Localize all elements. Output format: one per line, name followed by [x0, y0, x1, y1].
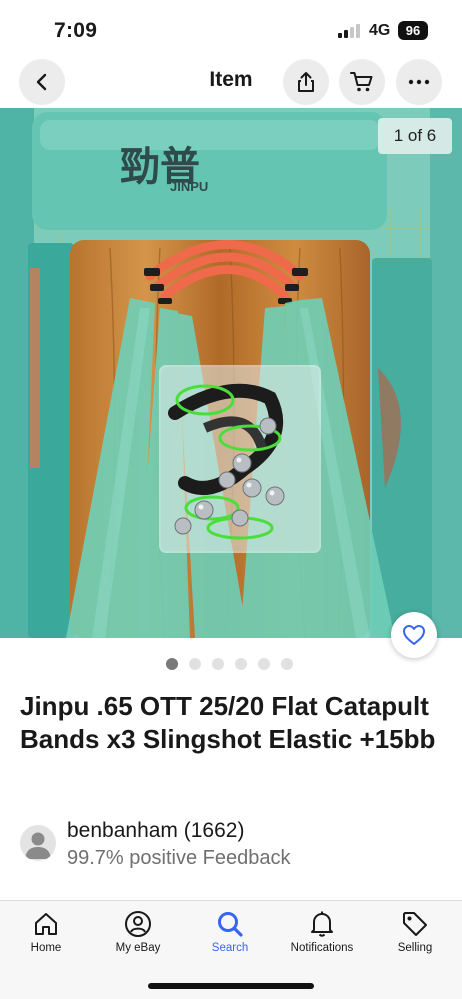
item-title: Jinpu .65 OTT 25/20 Flat Catapult Bands … — [20, 691, 436, 754]
network-type: 4G — [369, 22, 391, 39]
tab-label: Home — [30, 942, 62, 954]
watch-button[interactable] — [391, 612, 437, 658]
pagination-dot[interactable] — [189, 658, 201, 670]
pagination-dot[interactable] — [281, 658, 293, 670]
tab-notifications[interactable]: Notifications — [276, 907, 368, 965]
product-photo: 勁普 JINPU — [0, 108, 462, 638]
more-icon — [408, 79, 430, 85]
status-time: 7:09 — [54, 19, 98, 42]
tab-search[interactable]: Search — [184, 907, 276, 965]
pagination-dot[interactable] — [258, 658, 270, 670]
image-pagination — [166, 658, 293, 670]
home-indicator — [148, 983, 314, 989]
cart-icon — [350, 72, 373, 92]
nav-header: Item — [0, 58, 462, 108]
tab-label: My eBay — [115, 942, 161, 954]
tab-label: Notifications — [290, 942, 354, 954]
cart-button[interactable] — [339, 59, 385, 105]
tab-label: Search — [211, 942, 249, 954]
user-avatar-icon — [25, 832, 51, 859]
seller-feedback: 99.7% positive Feedback — [67, 847, 291, 869]
bell-icon — [311, 911, 333, 937]
more-button[interactable] — [396, 59, 442, 105]
avatar — [20, 825, 56, 861]
pagination-dot[interactable] — [166, 658, 178, 670]
tab-label: Selling — [397, 942, 433, 954]
product-image-gallery[interactable]: 勁普 JINPU 1 of 6 — [0, 108, 462, 638]
home-icon — [35, 913, 57, 935]
tab-my-ebay[interactable]: My eBay — [92, 907, 184, 965]
pagination-dot[interactable] — [212, 658, 224, 670]
brand-logo-text: JINPU — [170, 179, 208, 194]
signal-icon — [338, 24, 362, 38]
image-counter: 1 of 6 — [378, 118, 452, 154]
battery-indicator: 96 — [398, 21, 428, 40]
status-bar: 7:09 4G 96 — [0, 0, 462, 58]
tab-selling[interactable]: Selling — [369, 907, 461, 965]
heart-icon — [403, 625, 425, 645]
pagination-dot[interactable] — [235, 658, 247, 670]
tag-icon — [403, 912, 427, 936]
share-icon — [298, 72, 314, 92]
share-button[interactable] — [283, 59, 329, 105]
seller-name[interactable]: benbanham (1662) — [67, 819, 244, 843]
seller-info[interactable]: benbanham (1662) 99.7% positive Feedback — [20, 818, 440, 874]
page-title: Item — [209, 68, 253, 91]
user-icon — [125, 911, 151, 937]
tab-home[interactable]: Home — [0, 907, 92, 965]
search-icon — [218, 912, 243, 937]
